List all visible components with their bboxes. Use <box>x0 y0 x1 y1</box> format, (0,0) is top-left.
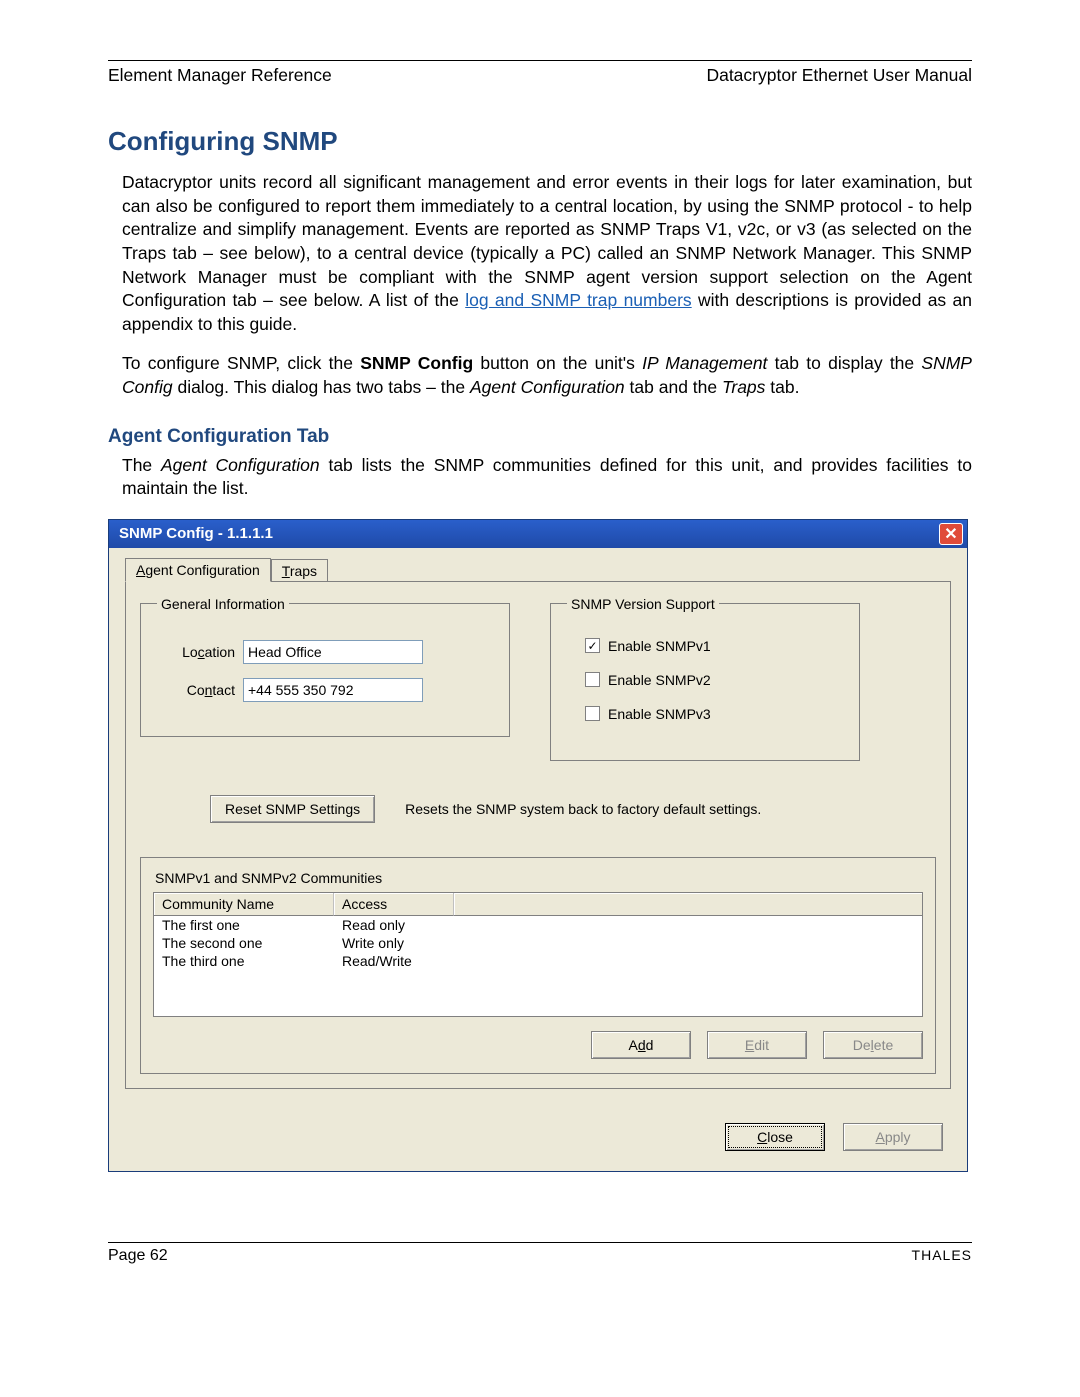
col-community-name[interactable]: Community Name <box>154 893 334 916</box>
snmpv1-checkbox[interactable]: ✓ <box>585 638 600 653</box>
page-title: Configuring SNMP <box>108 126 972 157</box>
contact-label: Contact <box>157 682 243 698</box>
table-row[interactable]: The first one Read only <box>154 916 922 934</box>
intro-paragraph-1: Datacryptor units record all significant… <box>122 171 972 336</box>
reset-description: Resets the SNMP system back to factory d… <box>405 801 761 817</box>
general-info-group: General Information Location Contact <box>140 596 510 737</box>
communities-table[interactable]: Community Name Access The first one Read… <box>153 892 923 1017</box>
delete-button[interactable]: Delete <box>823 1031 923 1059</box>
snmpv3-checkbox[interactable] <box>585 706 600 721</box>
location-field[interactable] <box>243 640 423 664</box>
agent-config-heading: Agent Configuration Tab <box>108 426 972 448</box>
page-number: Page 62 <box>108 1247 168 1265</box>
intro-paragraph-2: To configure SNMP, click the SNMP Config… <box>122 352 972 399</box>
header-left: Element Manager Reference <box>108 65 332 86</box>
version-support-group: SNMP Version Support ✓ Enable SNMPv1 Ena… <box>550 596 860 761</box>
brand-footer: THALES <box>912 1247 972 1265</box>
reset-snmp-button[interactable]: Reset SNMP Settings <box>210 795 375 823</box>
tab-agent-configuration[interactable]: Agent Configuration <box>125 558 271 582</box>
edit-button[interactable]: Edit <box>707 1031 807 1059</box>
version-support-legend: SNMP Version Support <box>567 596 719 612</box>
table-row[interactable]: The second one Write only <box>154 934 922 952</box>
log-trap-link[interactable]: log and SNMP trap numbers <box>465 290 691 310</box>
tab-traps[interactable]: Traps <box>271 559 328 582</box>
communities-group: SNMPv1 and SNMPv2 Communities Community … <box>140 857 936 1074</box>
close-icon[interactable]: ✕ <box>939 523 963 545</box>
col-spacer <box>454 893 922 916</box>
location-label: Location <box>157 644 243 660</box>
snmpv3-label: Enable SNMPv3 <box>608 706 711 722</box>
add-button[interactable]: Add <box>591 1031 691 1059</box>
apply-button[interactable]: Apply <box>843 1123 943 1151</box>
agent-config-paragraph: The Agent Configuration tab lists the SN… <box>122 454 972 501</box>
snmpv2-label: Enable SNMPv2 <box>608 672 711 688</box>
table-row[interactable]: The third one Read/Write <box>154 952 922 970</box>
close-button[interactable]: Close <box>725 1123 825 1151</box>
header-right: Datacryptor Ethernet User Manual <box>706 65 972 86</box>
snmpv2-checkbox[interactable] <box>585 672 600 687</box>
snmpv1-label: Enable SNMPv1 <box>608 638 711 654</box>
general-info-legend: General Information <box>157 596 289 612</box>
dialog-titlebar[interactable]: SNMP Config - 1.1.1.1 ✕ <box>109 520 967 548</box>
col-access[interactable]: Access <box>334 893 454 916</box>
snmp-config-dialog: SNMP Config - 1.1.1.1 ✕ Agent Configurat… <box>108 519 968 1172</box>
dialog-title: SNMP Config - 1.1.1.1 <box>119 525 273 542</box>
contact-field[interactable] <box>243 678 423 702</box>
communities-legend: SNMPv1 and SNMPv2 Communities <box>151 870 386 886</box>
